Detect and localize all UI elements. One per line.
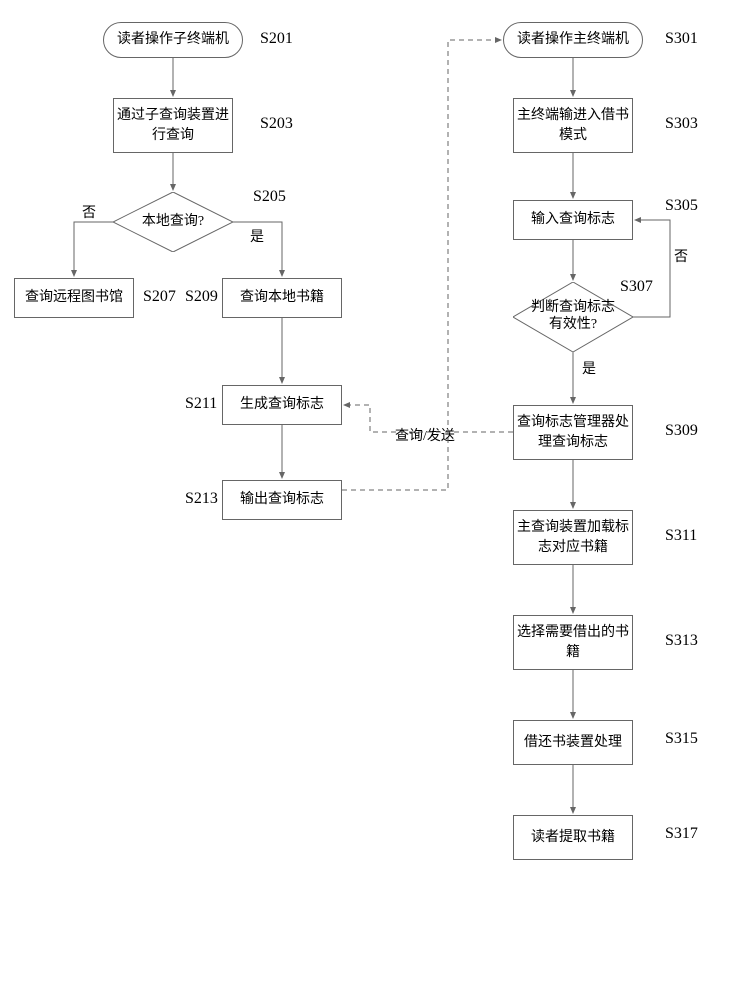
s205-text: 本地查询?	[128, 214, 218, 231]
label-s309: S309	[665, 422, 698, 440]
s207-text: 查询远程图书馆	[25, 288, 123, 308]
s205-yes: 是	[250, 226, 264, 246]
process-s211: 生成查询标志	[222, 385, 342, 425]
s301-text: 读者操作主终端机	[517, 30, 629, 50]
s205-no: 否	[82, 202, 96, 222]
label-s203: S203	[260, 115, 293, 133]
label-s307: S307	[620, 278, 653, 296]
terminator-s201: 读者操作子终端机	[103, 22, 243, 58]
label-s207: S207	[143, 288, 176, 306]
label-s317: S317	[665, 825, 698, 843]
process-s313: 选择需要借出的书籍	[513, 615, 633, 670]
label-s205: S205	[253, 188, 286, 206]
decision-s307: 判断查询标志有效性?	[513, 282, 633, 352]
s303-text: 主终端输进入借书模式	[514, 106, 632, 145]
s201-text: 读者操作子终端机	[117, 30, 229, 50]
s311-text: 主查询装置加载标志对应书籍	[514, 518, 632, 557]
s307-yes: 是	[582, 358, 596, 378]
process-s309: 查询标志管理器处理查询标志	[513, 405, 633, 460]
s317-text: 读者提取书籍	[531, 828, 615, 848]
label-s301: S301	[665, 30, 698, 48]
s309-text: 查询标志管理器处理查询标志	[514, 413, 632, 452]
s213-text: 输出查询标志	[240, 490, 324, 510]
process-s207: 查询远程图书馆	[14, 278, 134, 318]
s209-text: 查询本地书籍	[240, 288, 324, 308]
label-s313: S313	[665, 632, 698, 650]
dashed-label: 查询/发送	[395, 425, 455, 445]
process-s213: 输出查询标志	[222, 480, 342, 520]
process-s315: 借还书装置处理	[513, 720, 633, 765]
s211-text: 生成查询标志	[240, 395, 324, 415]
terminator-s301: 读者操作主终端机	[503, 22, 643, 58]
process-s311: 主查询装置加载标志对应书籍	[513, 510, 633, 565]
process-s303: 主终端输进入借书模式	[513, 98, 633, 153]
s313-text: 选择需要借出的书籍	[514, 623, 632, 662]
label-s305: S305	[665, 197, 698, 215]
process-s317: 读者提取书籍	[513, 815, 633, 860]
label-s311: S311	[665, 527, 697, 545]
s305-text: 输入查询标志	[531, 210, 615, 230]
s307-no: 否	[674, 246, 688, 266]
label-s315: S315	[665, 730, 698, 748]
label-s209: S209	[185, 288, 218, 306]
process-s203: 通过子查询装置进行查询	[113, 98, 233, 153]
s315-text: 借还书装置处理	[524, 733, 622, 753]
decision-s205: 本地查询?	[113, 192, 233, 252]
label-s201: S201	[260, 30, 293, 48]
process-s209: 查询本地书籍	[222, 278, 342, 318]
label-s211: S211	[185, 395, 217, 413]
process-s305: 输入查询标志	[513, 200, 633, 240]
label-s303: S303	[665, 115, 698, 133]
label-s213: S213	[185, 490, 218, 508]
s307-text: 判断查询标志有效性?	[513, 300, 633, 334]
s203-text: 通过子查询装置进行查询	[114, 106, 232, 145]
